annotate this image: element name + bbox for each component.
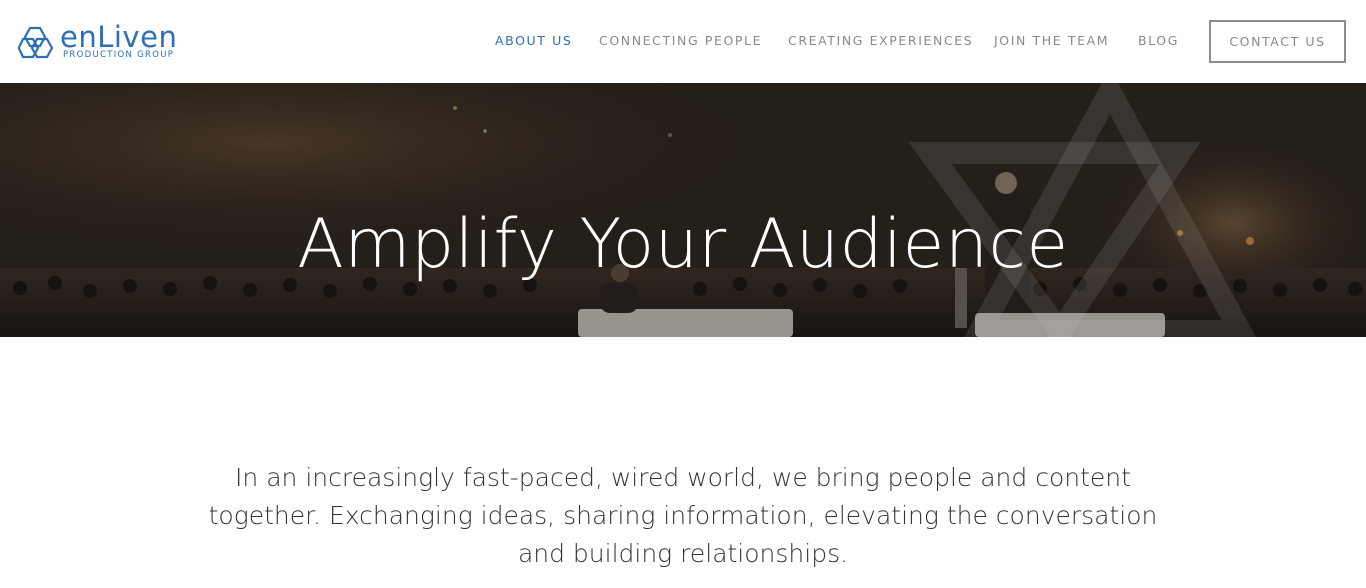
hero-title: Amplify Your Audience <box>297 204 1069 284</box>
contact-us-button[interactable]: CONTACT US <box>1209 20 1346 63</box>
logo-link[interactable]: enLiven PRODUCTION GROUP <box>18 20 208 64</box>
intro-paragraph: In an increasingly fast-paced, wired wor… <box>208 463 1158 568</box>
hero-banner: Amplify Your Audience <box>0 83 1366 337</box>
nav-about-us[interactable]: ABOUT US <box>495 33 572 49</box>
nav-connecting-people[interactable]: CONNECTING PEOPLE <box>599 33 762 49</box>
hexagon-logo-icon <box>18 26 54 59</box>
nav-blog[interactable]: BLOG <box>1138 33 1179 49</box>
nav-join-the-team[interactable]: JOIN THE TEAM <box>994 33 1109 49</box>
brand-tagline: PRODUCTION GROUP <box>63 50 175 60</box>
brand-name: enLiven <box>60 20 178 54</box>
nav-creating-experiences[interactable]: CREATING EXPERIENCES <box>788 33 973 49</box>
site-header: enLiven PRODUCTION GROUP ABOUT US CONNEC… <box>0 0 1366 83</box>
